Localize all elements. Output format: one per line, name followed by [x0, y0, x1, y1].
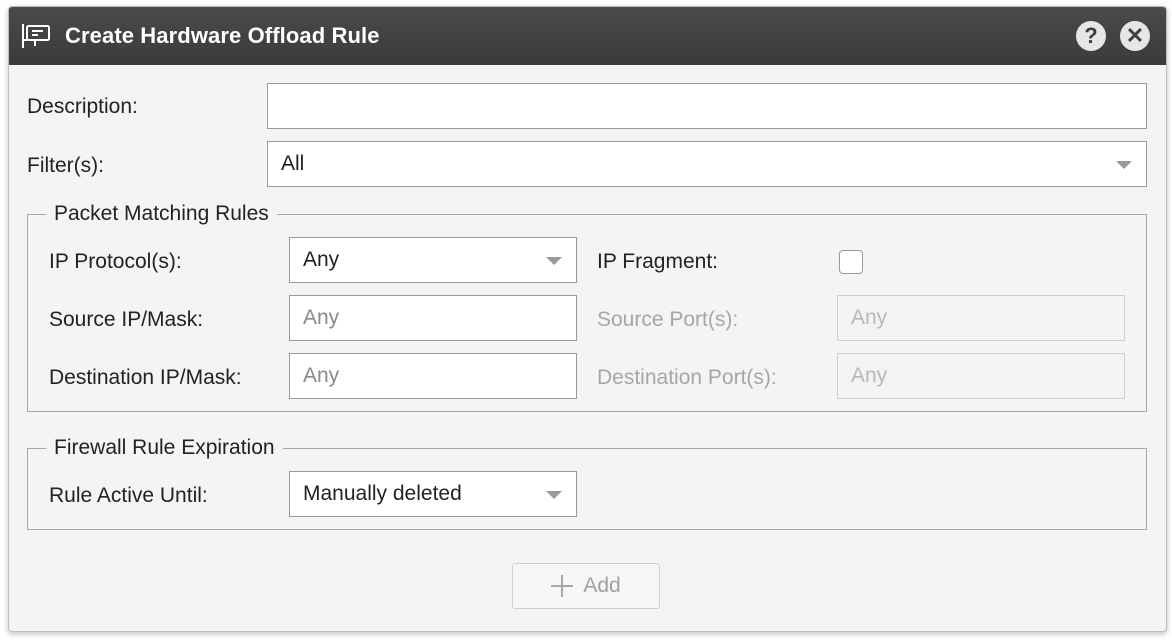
- destination-ip-input[interactable]: [289, 353, 577, 399]
- destination-ip-label: Destination IP/Mask:: [49, 366, 242, 389]
- rule-active-until-select[interactable]: Manually deleted: [289, 471, 577, 517]
- destination-port-label: Destination Port(s):: [597, 366, 777, 389]
- source-port-input: [837, 295, 1125, 341]
- ip-fragment-checkbox[interactable]: [839, 250, 863, 274]
- chevron-down-icon: [546, 491, 562, 499]
- packet-matching-rules-legend: Packet Matching Rules: [54, 202, 269, 225]
- source-ip-label: Source IP/Mask:: [49, 308, 204, 331]
- ip-protocol-selected-value: Any: [303, 248, 340, 271]
- firewall-rule-expiration-group: Firewall Rule Expiration: [27, 436, 1147, 530]
- firewall-rule-expiration-legend: Firewall Rule Expiration: [54, 436, 275, 459]
- chevron-down-icon: [1116, 161, 1132, 169]
- description-label: Description:: [27, 95, 138, 118]
- source-ip-input[interactable]: [289, 295, 577, 341]
- destination-port-input: [837, 353, 1125, 399]
- chevron-down-icon: [546, 257, 562, 265]
- rule-active-until-label: Rule Active Until:: [49, 484, 208, 507]
- filters-select[interactable]: All: [267, 141, 1147, 187]
- description-input[interactable]: [267, 83, 1147, 129]
- dialog-title: Create Hardware Offload Rule: [65, 23, 380, 48]
- rule-active-until-selected-value: Manually deleted: [303, 482, 462, 505]
- ip-protocol-select[interactable]: Any: [289, 237, 577, 283]
- filters-label: Filter(s):: [27, 154, 104, 177]
- add-button[interactable]: Add: [512, 563, 660, 609]
- dialog-titlebar[interactable]: Create Hardware Offload Rule ? ✕: [9, 7, 1166, 65]
- help-icon[interactable]: ?: [1076, 21, 1106, 51]
- plus-icon: [551, 575, 574, 597]
- rule-card-icon: [21, 22, 53, 50]
- ip-protocol-label: IP Protocol(s):: [49, 250, 182, 273]
- add-button-label: Add: [583, 574, 621, 597]
- ip-fragment-label: IP Fragment:: [597, 250, 718, 273]
- create-hardware-offload-rule-dialog: Create Hardware Offload Rule ? ✕ Descrip…: [8, 6, 1167, 632]
- filters-selected-value: All: [281, 152, 305, 175]
- close-icon[interactable]: ✕: [1120, 21, 1150, 51]
- source-port-label: Source Port(s):: [597, 308, 739, 331]
